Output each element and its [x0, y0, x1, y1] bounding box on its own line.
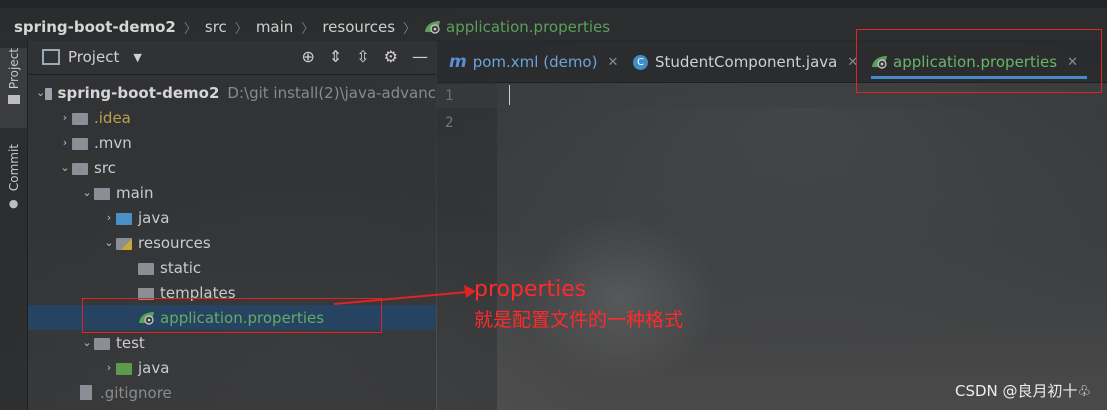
panel-title: Project	[68, 48, 120, 66]
annotation-arrow	[333, 285, 476, 305]
tree-item-label: .gitignore	[100, 383, 172, 402]
tree-item-label: test	[116, 333, 145, 352]
tree-item-path: D:\git install(2)\java-advanc	[227, 83, 436, 102]
chevron-right-icon[interactable]: ›	[102, 361, 116, 374]
chevron-down-icon[interactable]: ⌄	[58, 161, 72, 174]
tree-item[interactable]: static	[28, 255, 436, 280]
folder-icon	[94, 337, 110, 350]
tab-pom-xml[interactable]: m pom.xml (demo) ✕	[449, 48, 618, 76]
tree-item[interactable]: › java	[28, 355, 436, 380]
project-panel: Project ▼ ⊕ ⇕ ⇳ ⚙ — ⌄ spring-boot-demo2 …	[28, 40, 436, 410]
collapse-all-icon[interactable]: ⇳	[356, 47, 369, 66]
tab-student-component[interactable]: C StudentComponent.java ✕	[633, 48, 858, 76]
breadcrumb-separator: 〉	[234, 21, 248, 37]
tree-item-label: main	[116, 183, 154, 202]
window-top-strip	[0, 0, 1107, 8]
tree-item[interactable]: ⌄ spring-boot-demo2 D:\git install(2)\ja…	[28, 80, 436, 105]
locate-icon[interactable]: ⊕	[301, 47, 314, 66]
tree-item[interactable]: › .mvn	[28, 130, 436, 155]
spring-icon	[424, 20, 441, 34]
watermark: CSDN @良月初十♧	[955, 382, 1091, 400]
breadcrumb-project[interactable]: spring-boot-demo2	[14, 18, 176, 36]
tree-item[interactable]: .gitignore	[28, 380, 436, 405]
chevron-down-icon[interactable]: ⌄	[80, 336, 94, 349]
folder-icon	[7, 95, 20, 105]
breadcrumb-separator: 〉	[183, 21, 197, 37]
tab-label: StudentComponent.java	[655, 53, 838, 71]
text-caret	[509, 85, 510, 105]
tree-item[interactable]: ⌄ test	[28, 330, 436, 355]
folder-icon	[72, 112, 88, 125]
highlight-box-tab	[856, 29, 1102, 93]
chevron-down-icon[interactable]: ⌄	[80, 186, 94, 199]
project-panel-header: Project ▼ ⊕ ⇕ ⇳ ⚙ —	[28, 40, 436, 75]
tab-label: pom.xml (demo)	[472, 53, 598, 71]
side-tab-commit[interactable]: Commit ●	[0, 144, 27, 220]
tree-item-label: static	[160, 258, 202, 277]
side-tab-project-label: Project	[6, 48, 21, 90]
chevron-right-icon[interactable]: ›	[58, 111, 72, 124]
tree-item-label: .idea	[94, 108, 131, 127]
chevron-down-icon[interactable]: ⌄	[102, 236, 116, 249]
minimize-icon[interactable]: —	[412, 47, 428, 66]
project-view-selector[interactable]: Project ▼	[42, 48, 142, 66]
tree-item-label: .mvn	[94, 133, 132, 152]
side-tab-project[interactable]: Project	[0, 48, 27, 128]
annotation-text: properties 就是配置文件的一种格式	[474, 275, 683, 335]
breadcrumb-file[interactable]: application.properties	[446, 18, 610, 36]
folder-icon	[94, 187, 110, 200]
tree-item[interactable]: ⌄ main	[28, 180, 436, 205]
panel-toolbar: ⊕ ⇕ ⇳ ⚙ —	[301, 47, 428, 66]
tool-window-strip: Project Commit ●	[0, 40, 28, 410]
gear-icon[interactable]: ⚙	[384, 47, 398, 66]
breadcrumb-src[interactable]: src	[205, 18, 227, 36]
class-icon: C	[633, 54, 648, 70]
breadcrumb-separator: 〉	[403, 21, 417, 37]
breadcrumb: spring-boot-demo2 〉 src 〉 main 〉 resourc…	[14, 16, 610, 38]
file-icon	[80, 385, 92, 400]
editor-area: m pom.xml (demo) ✕ C StudentComponent.ja…	[437, 40, 1107, 410]
commit-icon: ●	[8, 197, 19, 211]
annotation-line-1: properties	[474, 277, 587, 302]
project-window-icon	[42, 49, 60, 65]
tree-item-label: java	[138, 208, 170, 227]
breadcrumb-main[interactable]: main	[256, 18, 293, 36]
line-number-gutter: 1 2	[437, 82, 497, 410]
folder-icon	[72, 162, 88, 175]
side-tab-commit-label: Commit	[6, 144, 21, 192]
tree-item-label: spring-boot-demo2	[57, 83, 220, 102]
source-folder-icon	[116, 212, 132, 225]
chevron-right-icon[interactable]: ›	[58, 136, 72, 149]
chevron-down-icon[interactable]: ⌄	[36, 86, 45, 99]
maven-icon: m	[449, 52, 467, 72]
line-number: 2	[445, 115, 454, 131]
breadcrumb-resources[interactable]: resources	[322, 18, 395, 36]
tree-item[interactable]: › .idea	[28, 105, 436, 130]
chevron-right-icon[interactable]: ›	[102, 211, 116, 224]
folder-icon	[138, 262, 154, 275]
tree-item-label: resources	[138, 233, 211, 252]
tree-item[interactable]: ⌄ src	[28, 155, 436, 180]
tree-item-label: src	[94, 158, 116, 177]
tree-item[interactable]: ⌄ resources	[28, 230, 436, 255]
resources-folder-icon	[116, 237, 132, 250]
module-folder-icon	[45, 87, 52, 100]
close-icon[interactable]: ✕	[607, 55, 618, 70]
expand-all-icon[interactable]: ⇕	[329, 47, 342, 66]
tree-item[interactable]: › java	[28, 205, 436, 230]
tree-item-label: java	[138, 358, 170, 377]
folder-icon	[72, 137, 88, 150]
annotation-line-2: 就是配置文件的一种格式	[474, 309, 684, 331]
test-folder-icon	[116, 362, 132, 375]
breadcrumb-separator: 〉	[301, 21, 315, 37]
chevron-down-icon: ▼	[133, 50, 142, 64]
